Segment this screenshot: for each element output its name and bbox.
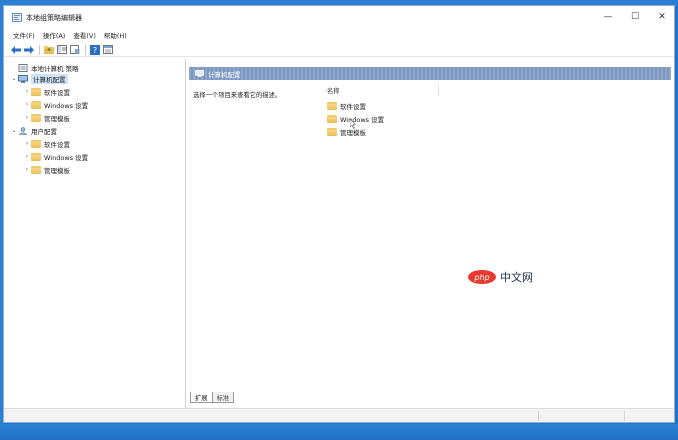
folder-icon: [31, 100, 41, 109]
tree-item-computer-config[interactable]: ⌄ 计算机配置: [10, 73, 68, 84]
properties-icon[interactable]: [102, 44, 113, 55]
tab-extended[interactable]: 扩展: [190, 392, 213, 403]
tree-item-label: 软件设置: [44, 88, 70, 97]
policy-editor-app-icon: [12, 13, 22, 22]
chevron-down-icon[interactable]: ⌄: [10, 127, 18, 134]
up-folder-icon[interactable]: [43, 44, 54, 55]
chevron-right-icon[interactable]: ›: [23, 140, 31, 147]
minimize-button[interactable]: —: [593, 8, 623, 26]
list-item-admin[interactable]: 管理模板: [327, 126, 366, 137]
tree-item-label: 软件设置: [44, 140, 70, 149]
window-title: 本地组策略编辑器: [26, 14, 82, 22]
watermark-badge: php: [468, 270, 496, 284]
tree-item-user-config[interactable]: ⌄ 用户配置: [10, 125, 57, 136]
list-item-label: 软件设置: [340, 102, 366, 111]
export-list-icon[interactable]: [69, 44, 80, 55]
tree-item-computer-software[interactable]: › 软件设置: [23, 86, 70, 97]
title-bar[interactable]: 本地组策略编辑器 — ☐ ✕: [4, 6, 674, 28]
menu-file[interactable]: 文件(F): [10, 30, 40, 40]
folder-icon: [31, 87, 41, 96]
chevron-right-icon[interactable]: ›: [23, 153, 31, 160]
chevron-right-icon[interactable]: ›: [23, 88, 31, 95]
chevron-right-icon[interactable]: ›: [23, 114, 31, 121]
tree-item-root[interactable]: 本地计算机 策略: [10, 62, 79, 73]
tab-standard[interactable]: 标准: [211, 392, 235, 403]
tree-item-label: Windows 设置: [44, 101, 89, 110]
svg-text:?: ?: [92, 46, 96, 55]
maximize-button[interactable]: ☐: [620, 8, 650, 26]
tree-item-label: 管理模板: [44, 166, 70, 175]
site-watermark: php 中文网: [468, 269, 533, 285]
close-button[interactable]: ✕: [647, 8, 677, 26]
folder-icon: [31, 165, 41, 174]
status-bar: [4, 408, 674, 422]
computer-icon: [18, 74, 28, 83]
details-pane[interactable]: 计算机配置 选择一个项目来查看它的描述。 名称 软件设置 Windows 设置 …: [187, 59, 673, 421]
tree-item-label: 本地计算机 策略: [31, 64, 79, 73]
tree-item-label: Windows 设置: [44, 153, 89, 162]
folder-icon: [31, 113, 41, 122]
folder-icon: [327, 101, 337, 110]
tree-item-computer-admin[interactable]: › 管理模板: [23, 112, 70, 123]
user-icon: [18, 126, 28, 135]
folder-icon: [31, 139, 41, 148]
show-hide-tree-icon[interactable]: [56, 44, 67, 55]
list-item-label: Windows 设置: [340, 115, 385, 124]
details-header-title: 计算机配置: [208, 70, 241, 79]
tree-item-label: 用户配置: [31, 127, 57, 136]
column-header-name[interactable]: 名称: [323, 85, 439, 96]
back-arrow-icon[interactable]: [10, 44, 21, 55]
desktop-taskbar-area: [0, 424, 678, 440]
toolbar: ?: [4, 43, 674, 57]
description-text: 选择一个项目来查看它的描述。: [193, 92, 282, 99]
menu-view[interactable]: 查看(V): [70, 30, 101, 40]
toolbar-separator: [85, 44, 86, 55]
details-header: 计算机配置: [189, 67, 671, 80]
tree-item-user-software[interactable]: › 软件设置: [23, 138, 70, 149]
menu-action[interactable]: 操作(A): [40, 30, 71, 40]
chevron-right-icon[interactable]: ›: [23, 101, 31, 108]
policy-document-icon: [18, 63, 28, 72]
group-policy-editor-window: 本地组策略编辑器 — ☐ ✕ 文件(F) 操作(A) 查看(V) 帮助(H) ?: [3, 5, 675, 423]
tree-item-user-windows[interactable]: › Windows 设置: [23, 151, 88, 162]
tree-item-computer-windows[interactable]: › Windows 设置: [23, 99, 88, 110]
help-icon[interactable]: ?: [89, 44, 100, 55]
list-item-software[interactable]: 软件设置: [327, 100, 366, 111]
chevron-right-icon[interactable]: ›: [23, 166, 31, 173]
status-divider: [538, 411, 539, 421]
folder-icon: [31, 152, 41, 161]
view-tabs: 扩展 标准: [190, 392, 235, 403]
mouse-pointer-icon: [350, 119, 356, 129]
console-tree-pane[interactable]: 本地计算机 策略 ⌄ 计算机配置 › 软件设置 › Windows 设置 › 管…: [6, 59, 186, 421]
tree-item-label: 管理模板: [44, 114, 70, 123]
status-divider: [624, 411, 625, 421]
forward-arrow-icon[interactable]: [23, 44, 34, 55]
folder-icon: [327, 114, 337, 123]
folder-icon: [327, 127, 337, 136]
toolbar-separator: [39, 44, 40, 55]
chevron-down-icon[interactable]: ⌄: [10, 75, 18, 82]
tree-item-label: 计算机配置: [31, 73, 68, 84]
computer-icon: [195, 70, 204, 77]
menu-bar: 文件(F) 操作(A) 查看(V) 帮助(H): [4, 28, 674, 42]
watermark-text: 中文网: [500, 271, 533, 284]
tree-item-user-admin[interactable]: › 管理模板: [23, 164, 70, 175]
menu-help[interactable]: 帮助(H): [101, 30, 132, 40]
